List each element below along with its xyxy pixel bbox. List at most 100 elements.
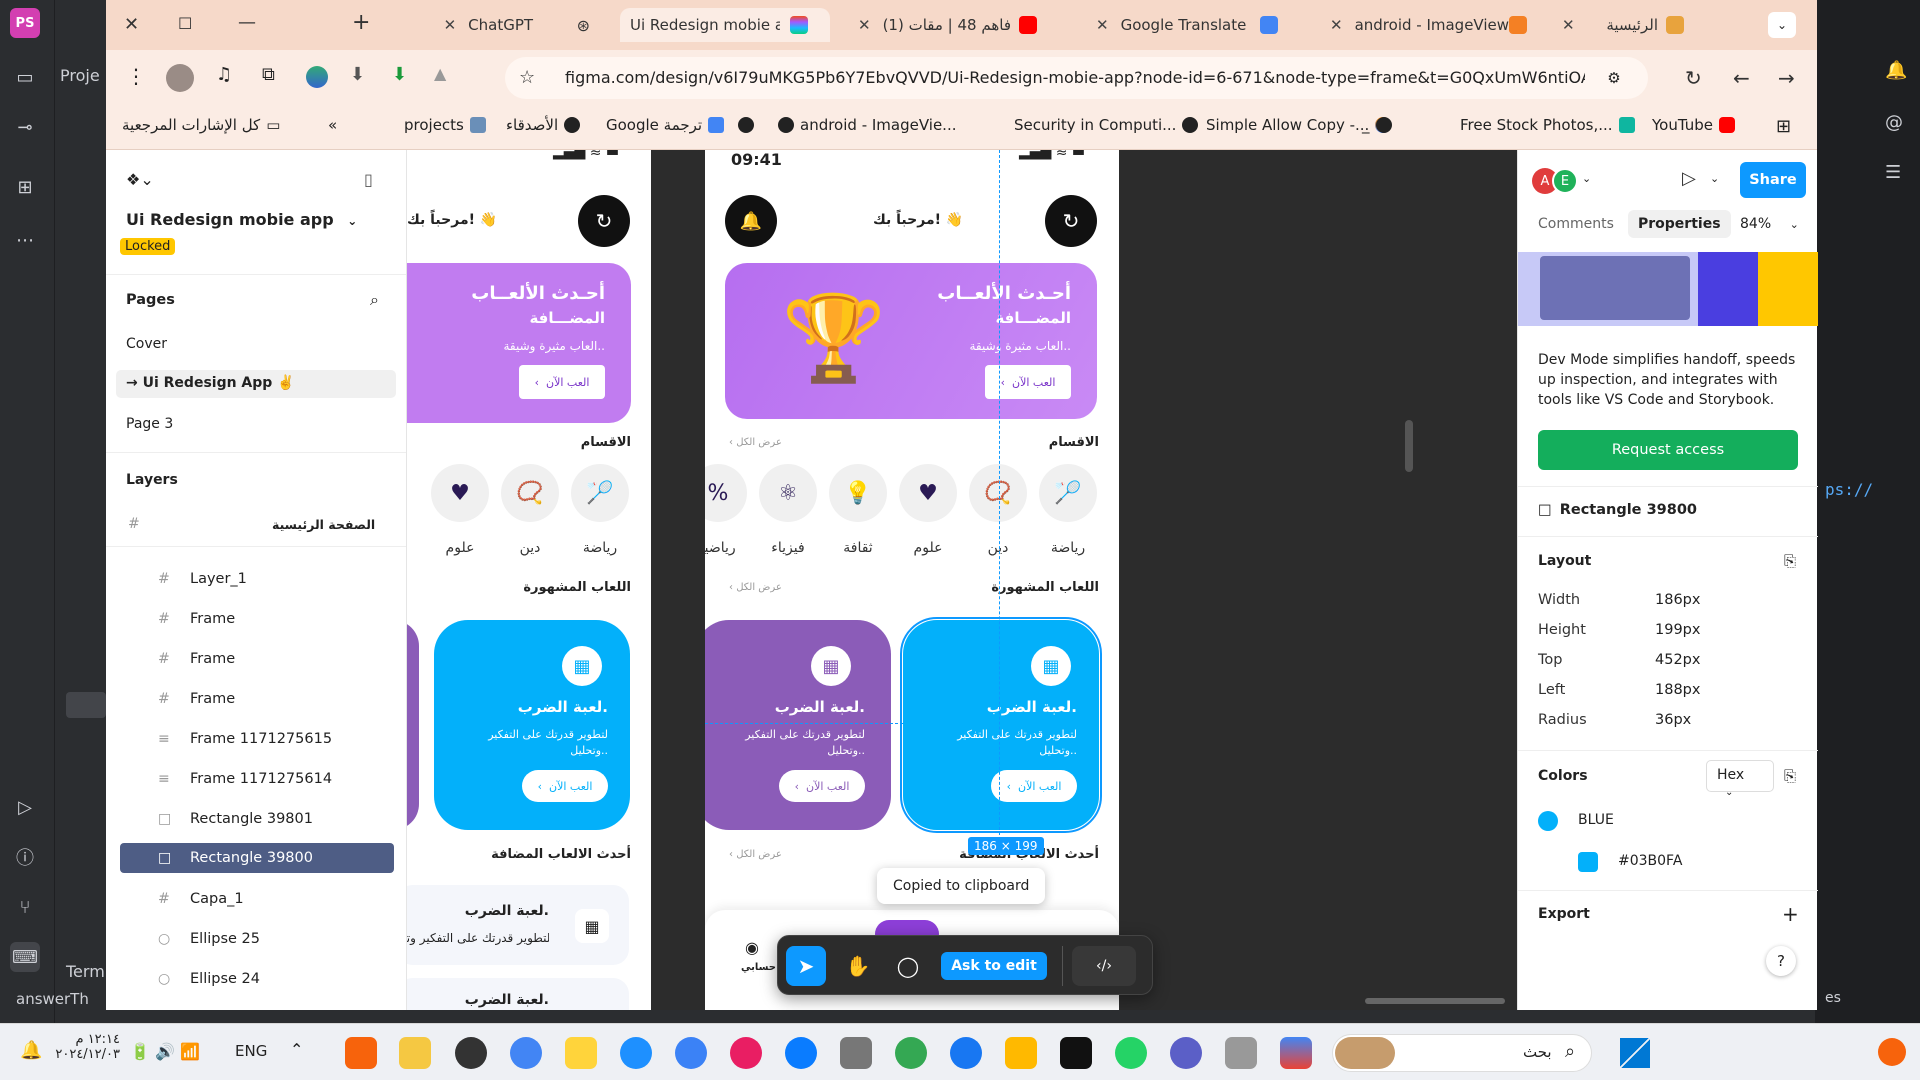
calculator-icon[interactable] (840, 1037, 872, 1069)
game-card-purple[interactable]: ▦ لعبة الضرب. لتطوير قدرتك على التفكير و… (705, 620, 891, 830)
game-card-blue-selected[interactable]: ▦ لعبة الضرب. لتطوير قدرتك على التفكير و… (900, 617, 1102, 833)
bookmark-youtube[interactable]: YouTube (1652, 116, 1735, 134)
bookmarks-overflow-icon[interactable]: « (328, 116, 337, 134)
bookmark-stock-photos[interactable]: Free Stock Photos,... (1460, 116, 1635, 134)
language-indicator[interactable]: ENG (235, 1042, 267, 1060)
tab-figma[interactable]: Ui Redesign mobie ap (620, 8, 830, 42)
commit-icon[interactable]: ⊸ (10, 112, 40, 142)
page-ui-redesign[interactable]: → Ui Redesign App ✌️ (126, 375, 295, 391)
play-now-button[interactable]: ‹ العب الآن (519, 365, 605, 399)
store-icon[interactable] (1005, 1037, 1037, 1069)
discord-icon[interactable] (1170, 1037, 1202, 1069)
add-export-icon[interactable]: + (1782, 902, 1799, 926)
minimize-icon[interactable]: — (238, 12, 256, 33)
tab-youtube[interactable]: ✕ (1) فاهم 48 | مقات (848, 8, 1058, 42)
run-icon[interactable]: ▷ (10, 792, 40, 822)
layer-row[interactable]: □ Rectangle 39801 (106, 802, 406, 836)
clock[interactable]: ١٢:١٤ م ٢٠٢٤/١٢/٠٣ (50, 1032, 120, 1062)
site-settings-icon[interactable]: ⚙ (1601, 65, 1627, 91)
culture-icon[interactable]: 💡 (829, 464, 887, 522)
sport-icon[interactable]: 🏸 (1039, 464, 1097, 522)
profile-icon[interactable]: ◉ (745, 938, 759, 957)
request-access-button[interactable]: Request access (1538, 430, 1798, 470)
view-all-link[interactable]: ‹ عرض الكل (729, 437, 782, 448)
sidebar-toggle-icon[interactable]: ▯ (364, 170, 373, 189)
bell-icon[interactable]: 🔔 (1885, 60, 1907, 81)
search-box[interactable]: بحث ⌕ (1332, 1034, 1592, 1072)
app-icon[interactable] (675, 1037, 707, 1069)
facebook-icon[interactable] (950, 1037, 982, 1069)
chevron-down-icon[interactable]: ⌄ (1710, 172, 1719, 185)
file-name[interactable]: Ui Redesign mobie app ⌄ (126, 210, 357, 229)
view-all-link[interactable]: ‹ عرض الكل (729, 582, 782, 593)
apps-grid-icon[interactable]: ⊞ (1776, 116, 1791, 137)
play-now-button[interactable]: ‹ العب الآن (991, 770, 1077, 802)
notification-bell-icon[interactable]: 🔔 (20, 1040, 42, 1061)
whatsapp-icon[interactable] (1115, 1037, 1147, 1069)
page-cover[interactable]: Cover (126, 336, 167, 352)
latest-list-item[interactable]: لعبة الضرب. لتطوير قدرتك على التفكير وتح… (407, 885, 629, 965)
extensions-icon[interactable]: ⧉ (262, 64, 275, 85)
sport-icon[interactable]: 🏸 (571, 464, 629, 522)
menu-icon[interactable]: ⋮ (126, 64, 146, 88)
layer-row-selected[interactable]: □ Rectangle 39800 (106, 841, 406, 875)
play-now-button[interactable]: ‹ العب الآن (779, 770, 865, 802)
view-all-link[interactable]: ‹ عرض الكل (729, 849, 782, 860)
color-hex[interactable]: #03B0FA (1618, 853, 1682, 869)
more-icon[interactable]: ⋯ (10, 225, 40, 255)
chevron-down-icon[interactable]: ⌄ (1582, 172, 1591, 185)
terminal-icon[interactable]: ⌨ (10, 942, 40, 972)
git-icon[interactable]: ⑂ (10, 892, 40, 922)
app-icon[interactable] (1225, 1037, 1257, 1069)
science-icon[interactable]: ♥ (431, 464, 489, 522)
play-now-button[interactable]: ‹ العب الآن (985, 365, 1071, 399)
ask-to-edit-button[interactable]: Ask to edit (941, 952, 1047, 980)
close-window-icon[interactable]: ✕ (124, 14, 139, 35)
app-icon[interactable] (455, 1037, 487, 1069)
tab-chatgpt[interactable]: ✕ ChatGPT ⊛ (390, 8, 600, 42)
url-text[interactable]: figma.com/design/v6I79uMKG5Pb6Y7EbvQVVD/… (565, 68, 1585, 87)
hand-tool-icon[interactable]: ✋ (838, 946, 878, 986)
figma-canvas[interactable]: ▂▄▆ ≋ ▬ مرحباً بك! 👋 ↻ أحـدث الألعــاب ا… (407, 150, 1517, 1010)
restore-icon[interactable]: ☐ (178, 14, 192, 33)
layer-row[interactable]: # Frame (106, 602, 406, 636)
new-tab-icon[interactable]: + (352, 10, 370, 35)
file-explorer-icon[interactable] (399, 1037, 431, 1069)
game-card-purple[interactable] (407, 620, 419, 830)
extension-icon[interactable]: ▲ (434, 64, 446, 83)
color-format-select[interactable]: Hex ⌄ (1706, 760, 1774, 798)
search-icon[interactable]: ⌕ (370, 290, 379, 310)
bookmark-underscore[interactable]: _ (1362, 116, 1392, 134)
tab-comments[interactable]: Comments (1538, 216, 1614, 232)
science-icon[interactable]: ♥ (899, 464, 957, 522)
page-3[interactable]: Page 3 (126, 416, 173, 432)
phpstorm-icon[interactable] (1060, 1037, 1092, 1069)
share-button[interactable]: Share (1740, 162, 1806, 198)
tab-home[interactable]: ✕ الرئيسية (1552, 8, 1702, 42)
layer-row[interactable]: ○ Ellipse 24 (106, 962, 406, 996)
physics-icon[interactable]: ⚛ (759, 464, 817, 522)
avatar[interactable]: E (1552, 168, 1578, 194)
app-icon[interactable] (620, 1037, 652, 1069)
forward-icon[interactable]: ← (1733, 66, 1750, 90)
star-icon[interactable]: ☆ (519, 67, 535, 88)
app-icon[interactable] (345, 1037, 377, 1069)
latest-list-item[interactable]: لعبة الضرب. (407, 978, 629, 1010)
bookmark-security[interactable]: Security in Computi... (1014, 116, 1199, 134)
chevron-up-icon[interactable]: ⌃ (290, 1040, 303, 1059)
bookmark-android[interactable]: android - ImageVie... (778, 116, 956, 134)
tab-properties[interactable]: Properties (1628, 210, 1731, 238)
refresh-icon[interactable]: ↻ (578, 195, 630, 247)
figma-menu-icon[interactable]: ❖⌄ (126, 170, 154, 189)
download-icon[interactable]: ⬇ (350, 64, 365, 85)
extension-globe-icon[interactable] (306, 66, 328, 88)
layer-row[interactable]: # Frame (106, 682, 406, 716)
help-button[interactable]: ? (1766, 946, 1796, 976)
app-icon[interactable] (1280, 1037, 1312, 1069)
move-tool-icon[interactable]: ➤ (786, 946, 826, 986)
religion-icon[interactable]: 📿 (969, 464, 1027, 522)
reload-icon[interactable]: ↻ (1685, 66, 1702, 90)
zoom-level[interactable]: 84% ⌄ (1740, 216, 1799, 232)
structure-icon[interactable]: ⊞ (10, 172, 40, 202)
database-icon[interactable]: ☰ (1885, 162, 1901, 183)
